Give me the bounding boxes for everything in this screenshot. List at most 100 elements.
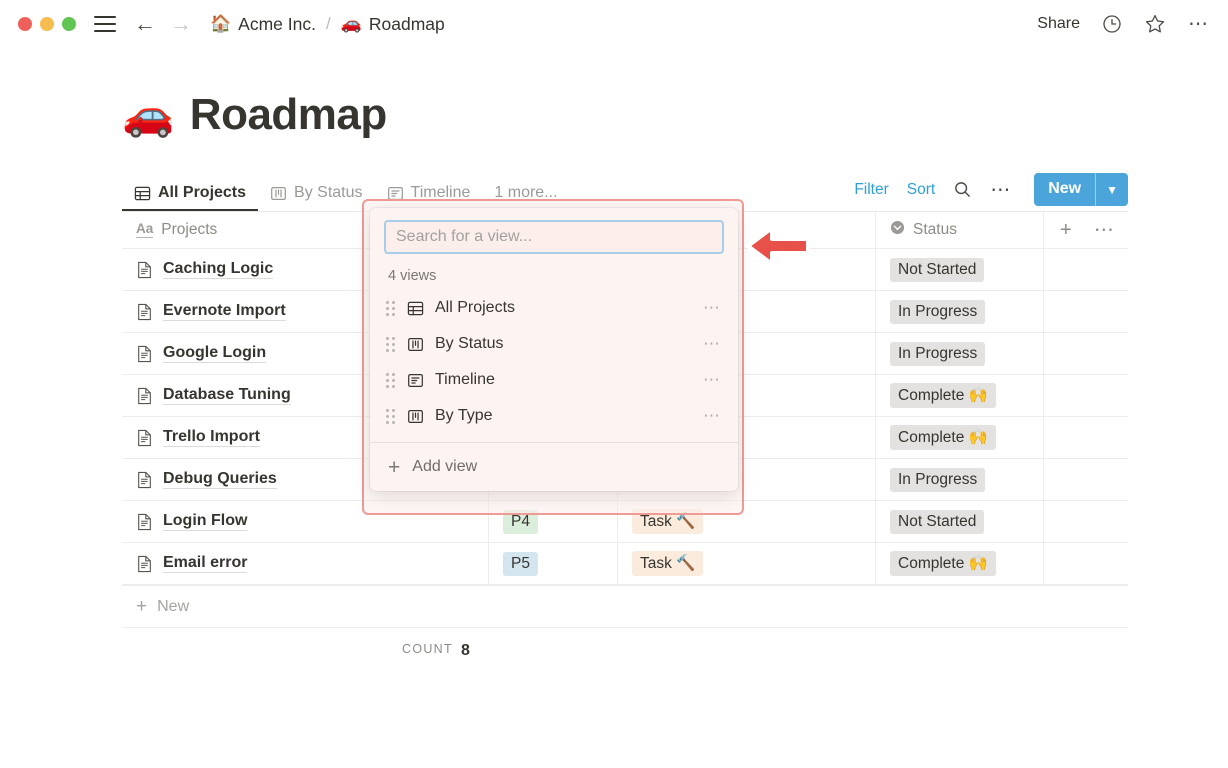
row-title[interactable]: Debug Queries xyxy=(163,470,277,489)
row-spacer-cell xyxy=(1044,333,1128,374)
more-views-label: 1 more... xyxy=(494,184,557,202)
plus-icon[interactable]: + xyxy=(1060,220,1072,240)
type-tag[interactable]: Task 🔨 xyxy=(632,551,703,576)
tab-more-views[interactable]: 1 more... xyxy=(482,184,569,211)
search-icon[interactable] xyxy=(953,180,972,199)
row-title[interactable]: Email error xyxy=(163,554,247,573)
ellipsis-icon[interactable]: ⋯ xyxy=(703,339,722,349)
row-spacer-cell xyxy=(1044,459,1128,500)
views-section-label: 4 views xyxy=(370,254,738,290)
share-button[interactable]: Share xyxy=(1037,15,1080,33)
timeline-view-icon xyxy=(407,372,424,389)
priority-tag[interactable]: P5 xyxy=(503,552,538,576)
maximize-window-button[interactable] xyxy=(62,17,76,31)
row-status-cell[interactable]: Complete 🙌 xyxy=(876,417,1044,458)
chevron-down-icon[interactable]: ▼ xyxy=(1096,173,1128,206)
column-header-status[interactable]: Status xyxy=(876,212,1044,248)
add-view-button[interactable]: + Add view xyxy=(370,443,738,491)
house-icon: 🏠 xyxy=(210,14,231,34)
page-title-text: Roadmap xyxy=(190,90,387,140)
view-tab-bar: All Projects By Status xyxy=(122,176,1128,212)
row-title[interactable]: Login Flow xyxy=(163,512,247,531)
window-controls[interactable] xyxy=(18,17,76,31)
view-search-input[interactable] xyxy=(384,220,724,254)
text-property-icon: Aa xyxy=(136,222,153,237)
status-badge[interactable]: Complete 🙌 xyxy=(890,425,996,450)
status-badge[interactable]: Complete 🙌 xyxy=(890,551,996,576)
title-bar-actions: Share ⋯ xyxy=(1037,13,1210,35)
tab-all-projects[interactable]: All Projects xyxy=(122,184,258,211)
drag-handle-icon[interactable] xyxy=(386,337,395,352)
ellipsis-icon[interactable]: ⋯ xyxy=(1094,224,1116,236)
status-badge[interactable]: Not Started xyxy=(890,258,984,282)
tab-timeline[interactable]: Timeline xyxy=(375,184,483,211)
drag-handle-icon[interactable] xyxy=(386,301,395,316)
board-view-icon xyxy=(407,336,424,353)
row-title[interactable]: Trello Import xyxy=(163,428,260,447)
arrow-left-icon[interactable]: ← xyxy=(134,13,156,35)
drag-handle-icon[interactable] xyxy=(386,409,395,424)
row-status-cell[interactable]: Complete 🙌 xyxy=(876,375,1044,416)
app-window: ← → 🏠 Acme Inc. / 🚗 Roadmap Share ⋯ xyxy=(0,0,1228,768)
view-list-item[interactable]: By Status ⋯ xyxy=(370,326,738,362)
view-switcher-popover: 4 views All Projects⋯ By Status ⋯ Timeline ⋯… xyxy=(370,208,738,491)
drag-handle-icon[interactable] xyxy=(386,373,395,388)
new-button[interactable]: New ▼ xyxy=(1034,173,1128,206)
row-status-cell[interactable]: In Progress xyxy=(876,333,1044,374)
status-badge[interactable]: In Progress xyxy=(890,468,985,492)
row-name-cell[interactable]: Login Flow xyxy=(122,501,489,542)
tab-by-status[interactable]: By Status xyxy=(258,184,374,211)
view-item-label: By Status xyxy=(435,335,503,353)
row-priority-cell[interactable]: P5 xyxy=(489,543,618,584)
row-status-cell[interactable]: Complete 🙌 xyxy=(876,543,1044,584)
row-status-cell[interactable]: In Progress xyxy=(876,459,1044,500)
breadcrumb-page-label: Roadmap xyxy=(369,14,445,35)
ellipsis-icon[interactable]: ⋯ xyxy=(703,411,722,421)
row-title[interactable]: Evernote Import xyxy=(163,302,286,321)
star-icon[interactable] xyxy=(1144,13,1166,35)
view-toolbar: Filter Sort ⋯ New ▼ xyxy=(854,173,1128,211)
status-badge[interactable]: In Progress xyxy=(890,342,985,366)
table-row[interactable]: Login Flow P4 Task 🔨 Not Started xyxy=(122,501,1128,543)
row-priority-cell[interactable]: P4 xyxy=(489,501,618,542)
ellipsis-icon[interactable]: ⋯ xyxy=(703,303,722,313)
status-badge[interactable]: In Progress xyxy=(890,300,985,324)
row-title[interactable]: Google Login xyxy=(163,344,266,363)
ellipsis-icon[interactable]: ⋯ xyxy=(990,184,1012,196)
row-status-cell[interactable]: Not Started xyxy=(876,501,1044,542)
row-name-cell[interactable]: Email error xyxy=(122,543,489,584)
close-window-button[interactable] xyxy=(18,17,32,31)
add-view-label: Add view xyxy=(412,458,477,476)
view-list-item[interactable]: By Type⋯ xyxy=(370,398,738,434)
ellipsis-icon[interactable]: ⋯ xyxy=(1188,18,1210,30)
row-status-cell[interactable]: Not Started xyxy=(876,249,1044,290)
ellipsis-icon[interactable]: ⋯ xyxy=(703,375,722,385)
arrow-right-icon[interactable]: → xyxy=(170,13,192,35)
status-badge[interactable]: Complete 🙌 xyxy=(890,383,996,408)
table-row[interactable]: Email error P5 Task 🔨 Complete 🙌 xyxy=(122,543,1128,585)
breadcrumb-item-page[interactable]: 🚗 Roadmap xyxy=(341,14,445,35)
minimize-window-button[interactable] xyxy=(40,17,54,31)
row-type-cell[interactable]: Task 🔨 xyxy=(618,501,876,542)
breadcrumb-item-workspace[interactable]: 🏠 Acme Inc. xyxy=(210,14,316,35)
view-list-item[interactable]: All Projects⋯ xyxy=(370,290,738,326)
view-item-label: Timeline xyxy=(435,371,495,389)
title-bar: ← → 🏠 Acme Inc. / 🚗 Roadmap Share ⋯ xyxy=(0,0,1228,48)
clock-icon[interactable] xyxy=(1102,14,1122,34)
row-spacer-cell xyxy=(1044,417,1128,458)
type-tag[interactable]: Task 🔨 xyxy=(632,509,703,534)
page-icon xyxy=(136,261,153,279)
view-list-item[interactable]: Timeline ⋯ xyxy=(370,362,738,398)
row-type-cell[interactable]: Task 🔨 xyxy=(618,543,876,584)
new-row-button[interactable]: + New xyxy=(122,586,1128,628)
filter-button[interactable]: Filter xyxy=(854,181,888,199)
sort-button[interactable]: Sort xyxy=(907,181,935,199)
row-status-cell[interactable]: In Progress xyxy=(876,291,1044,332)
hamburger-menu-icon[interactable] xyxy=(94,16,116,32)
status-badge[interactable]: Not Started xyxy=(890,510,984,534)
view-list: All Projects⋯By Status⋯Timeline⋯By Type⋯ xyxy=(370,290,738,434)
column-label: Status xyxy=(913,221,957,239)
row-title[interactable]: Caching Logic xyxy=(163,260,273,279)
row-title[interactable]: Database Tuning xyxy=(163,386,291,405)
priority-tag[interactable]: P4 xyxy=(503,510,538,534)
